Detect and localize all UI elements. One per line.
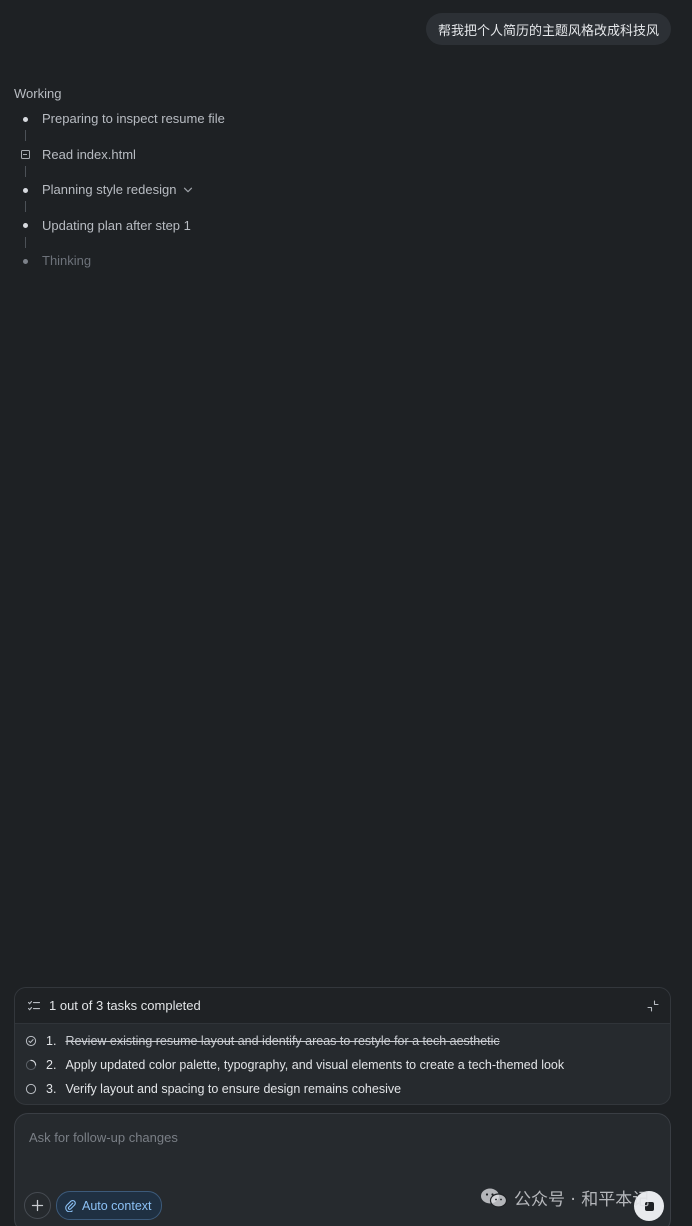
step-connector <box>24 165 26 177</box>
step-connector <box>24 130 26 141</box>
collapse-icon[interactable] <box>646 999 660 1013</box>
task-row: 1. Review existing resume layout and ide… <box>15 1029 670 1053</box>
step-item: Read index.html <box>14 144 414 180</box>
stop-button[interactable] <box>634 1191 664 1221</box>
plus-icon <box>31 1199 44 1212</box>
task-row: 3. Verify layout and spacing to ensure d… <box>15 1077 670 1101</box>
follow-up-input[interactable] <box>27 1128 647 1178</box>
empty-circle-icon <box>25 1083 37 1095</box>
working-label: Working <box>14 86 62 101</box>
bullet-dot-icon <box>14 179 36 201</box>
step-label: Read index.html <box>42 146 136 162</box>
step-connector <box>24 236 26 248</box>
bullet-dot-icon <box>14 250 36 272</box>
file-icon <box>14 144 36 166</box>
task-text: Apply updated color palette, typography,… <box>65 1058 565 1072</box>
checklist-icon <box>27 999 41 1013</box>
step-connector <box>24 201 26 212</box>
step-label-wrap: Planning style redesign <box>42 179 193 201</box>
bullet-dot-icon <box>14 108 36 130</box>
task-panel: 1 out of 3 tasks completed 1. Review exi… <box>14 987 671 1105</box>
task-panel-header: 1 out of 3 tasks completed <box>15 988 670 1024</box>
step-item: Preparing to inspect resume file <box>14 108 414 144</box>
working-steps: Preparing to inspect resume file Read in… <box>14 108 414 286</box>
step-label: Updating plan after step 1 <box>42 217 191 233</box>
step-item-active: Thinking <box>14 250 414 286</box>
bullet-dot-icon <box>14 215 36 237</box>
task-list: 1. Review existing resume layout and ide… <box>15 1024 670 1101</box>
chat-page: 帮我把个人简历的主题风格改成科技风 Working Preparing to i… <box>0 0 692 1226</box>
add-attachment-button[interactable] <box>24 1192 51 1219</box>
step-label: Planning style redesign <box>42 182 177 197</box>
auto-context-button[interactable]: Auto context <box>56 1191 162 1220</box>
task-row: 2. Apply updated color palette, typograp… <box>15 1053 670 1077</box>
paperclip-icon <box>64 1199 77 1212</box>
task-summary: 1 out of 3 tasks completed <box>49 998 201 1013</box>
auto-context-label: Auto context <box>82 1198 152 1213</box>
step-label: Thinking <box>42 253 92 268</box>
step-item: Updating plan after step 1 <box>14 215 414 251</box>
progress-spinner-icon <box>25 1059 37 1071</box>
chevron-down-icon[interactable] <box>183 185 193 195</box>
step-label: Preparing to inspect resume file <box>42 111 225 126</box>
task-number: 3. <box>46 1082 57 1096</box>
check-circle-icon <box>25 1035 37 1047</box>
step-item-expandable[interactable]: Planning style redesign <box>14 179 414 215</box>
task-number: 1. <box>46 1034 57 1048</box>
composer: Auto context <box>14 1113 671 1226</box>
task-text: Review existing resume layout and identi… <box>65 1034 500 1048</box>
task-number: 2. <box>46 1058 57 1072</box>
stop-icon <box>644 1201 654 1211</box>
task-text: Verify layout and spacing to ensure desi… <box>65 1082 402 1096</box>
user-message-text: 帮我把个人简历的主题风格改成科技风 <box>437 23 659 39</box>
user-message-bubble: 帮我把个人简历的主题风格改成科技风 <box>425 13 671 45</box>
